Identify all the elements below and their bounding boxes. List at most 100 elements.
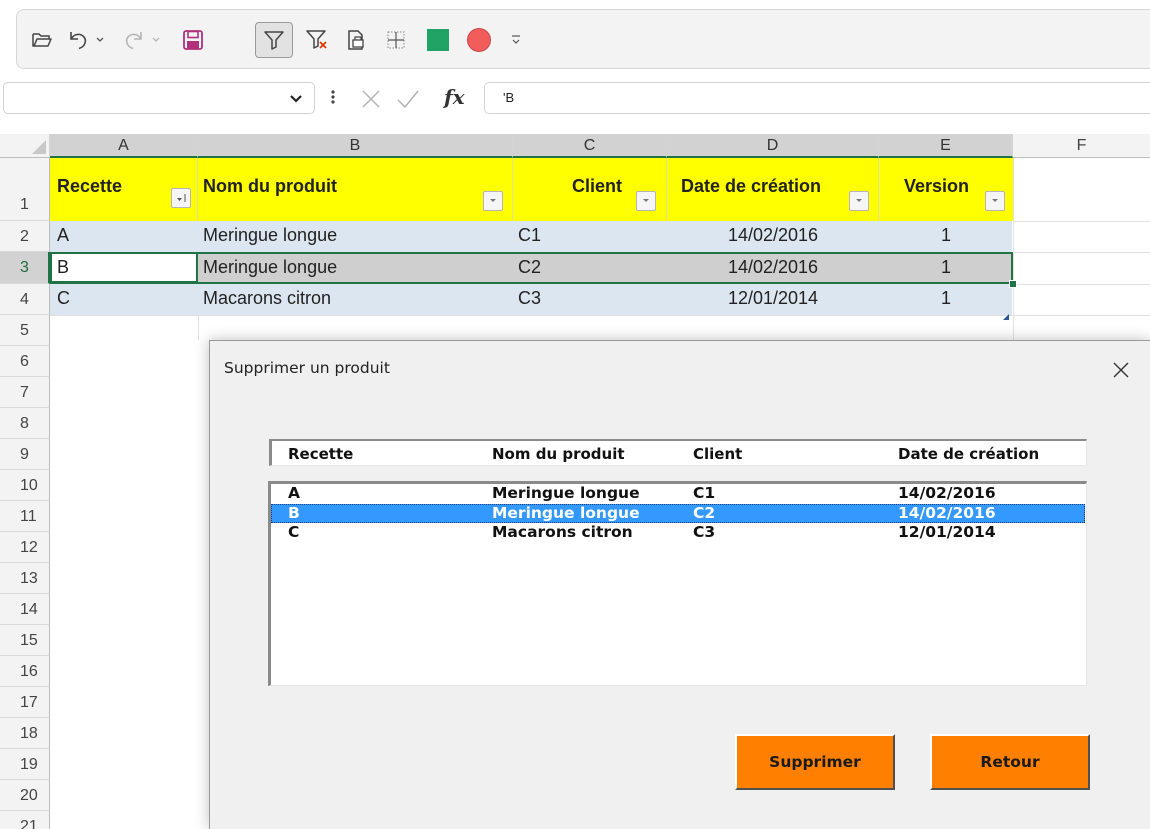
table-header-cell[interactable]: Version [879,158,1013,221]
close-icon[interactable] [1106,355,1136,385]
header-date-de-creation: Date de création [681,176,822,196]
chevron-down-icon[interactable] [288,89,304,112]
formula-bar: fx 'B [0,80,1150,118]
cell-b3[interactable]: Meringue longue [203,257,337,278]
table-header-cell[interactable]: Date de création [667,158,879,221]
header-recette: Recette [57,176,123,196]
list-item-client: C2 [693,504,716,522]
quick-access-toolbar [16,9,1150,69]
row-header-1[interactable]: 1 [0,158,50,221]
cell-a2[interactable]: A [57,225,69,246]
row-header-17[interactable]: 17 [0,687,50,718]
list-item-date: 14/02/2016 [898,484,996,502]
list-header-nom-du-produit: Nom du produit [492,445,625,463]
insert-function-icon[interactable]: fx [444,85,465,109]
list-item-produit: Macarons citron [492,523,633,541]
dialog-title: Supprimer un produit [224,359,390,377]
row-header-4[interactable]: 4 [0,284,50,315]
row-header-12[interactable]: 12 [0,532,50,563]
undo-dropdown-icon[interactable] [93,22,107,58]
column-header-c[interactable]: C [513,134,667,158]
sort-filter-icon[interactable] [171,188,191,208]
row-header-11[interactable]: 11 [0,501,50,532]
row-header-14[interactable]: 14 [0,594,50,625]
row-header-13[interactable]: 13 [0,563,50,594]
row-header-20[interactable]: 20 [0,780,50,811]
list-item-date: 12/01/2014 [898,523,996,541]
row-header-9[interactable]: 9 [0,439,50,470]
row-header-16[interactable]: 16 [0,656,50,687]
cell-e3[interactable]: 1 [879,257,1013,278]
column-header-d[interactable]: D [667,134,879,158]
cell-e4[interactable]: 1 [879,288,1013,309]
customize-toolbar-icon[interactable] [507,22,525,58]
column-header-f[interactable]: F [1013,134,1150,158]
cell-a4[interactable]: C [57,288,70,309]
row-header-5[interactable]: 5 [0,315,50,346]
list-item[interactable]: A Meringue longue C1 14/02/2016 [271,484,1085,503]
list-item-recette: B [288,504,300,522]
borders-icon[interactable] [379,22,413,58]
confirm-entry-icon[interactable] [396,88,420,110]
list-item-selected[interactable]: B Meringue longue C2 14/02/2016 [271,504,1085,523]
table-header-cell[interactable]: Nom du produit [198,158,513,221]
header-version: Version [904,176,970,196]
row-header-2[interactable]: 2 [0,221,50,252]
more-options-icon[interactable] [330,86,336,113]
column-header-a[interactable]: A [50,134,198,158]
row-header-15[interactable]: 15 [0,625,50,656]
print-preview-icon[interactable] [339,22,373,58]
cell-c2[interactable]: C1 [518,225,541,246]
gridline [198,315,199,340]
cell-b2[interactable]: Meringue longue [203,225,337,246]
undo-icon[interactable] [63,22,93,58]
row-header-10[interactable]: 10 [0,470,50,501]
row-header-18[interactable]: 18 [0,718,50,749]
list-item-produit: Meringue longue [492,484,640,502]
list-item[interactable]: C Macarons citron C3 12/01/2014 [271,523,1085,542]
column-header-e[interactable]: E [879,134,1013,158]
save-icon[interactable] [175,22,211,58]
dropdown-arrow-icon[interactable] [483,191,503,211]
redo-icon[interactable] [119,22,149,58]
product-listbox[interactable]: A Meringue longue C1 14/02/2016 B Mering… [268,481,1087,686]
cancel-entry-icon[interactable] [360,88,382,110]
delete-button[interactable]: Supprimer [735,734,895,790]
cell-d3[interactable]: 14/02/2016 [667,257,879,278]
cell-c4[interactable]: C3 [518,288,541,309]
name-box[interactable] [3,82,315,114]
cell-a3[interactable]: B [57,257,69,278]
list-header-client: Client [693,445,743,463]
list-item-client: C1 [693,484,716,502]
dropdown-arrow-icon[interactable] [849,191,869,211]
dropdown-arrow-icon[interactable] [985,191,1005,211]
row-header-3[interactable]: 3 [0,252,50,284]
green-square-icon[interactable] [419,22,457,58]
back-button[interactable]: Retour [930,734,1090,790]
fill-handle[interactable] [1009,280,1017,288]
row-header-8[interactable]: 8 [0,408,50,439]
redo-dropdown-icon[interactable] [149,22,163,58]
row-header-21[interactable]: 21 [0,811,50,829]
row-header-6[interactable]: 6 [0,346,50,377]
dropdown-arrow-icon[interactable] [636,191,656,211]
table-header-cell[interactable]: Recette [50,158,198,221]
cell-e2[interactable]: 1 [879,225,1013,246]
select-all-corner[interactable] [0,134,50,158]
gridline [1013,284,1150,285]
cell-d4[interactable]: 12/01/2014 [667,288,879,309]
column-header-b[interactable]: B [198,134,513,158]
filter-icon[interactable] [255,22,293,58]
formula-input[interactable]: 'B [484,82,1150,114]
open-folder-icon[interactable] [25,22,59,58]
cell-b4[interactable]: Macarons citron [203,288,331,309]
cell-c3[interactable]: C2 [518,257,541,278]
clear-filter-icon[interactable] [299,22,335,58]
list-item-recette: C [288,523,300,541]
row-header-19[interactable]: 19 [0,749,50,780]
table-header-cell[interactable]: Client [513,158,667,221]
cell-d2[interactable]: 14/02/2016 [667,225,879,246]
header-client: Client [571,176,622,196]
red-circle-icon[interactable] [459,22,499,58]
row-header-7[interactable]: 7 [0,377,50,408]
